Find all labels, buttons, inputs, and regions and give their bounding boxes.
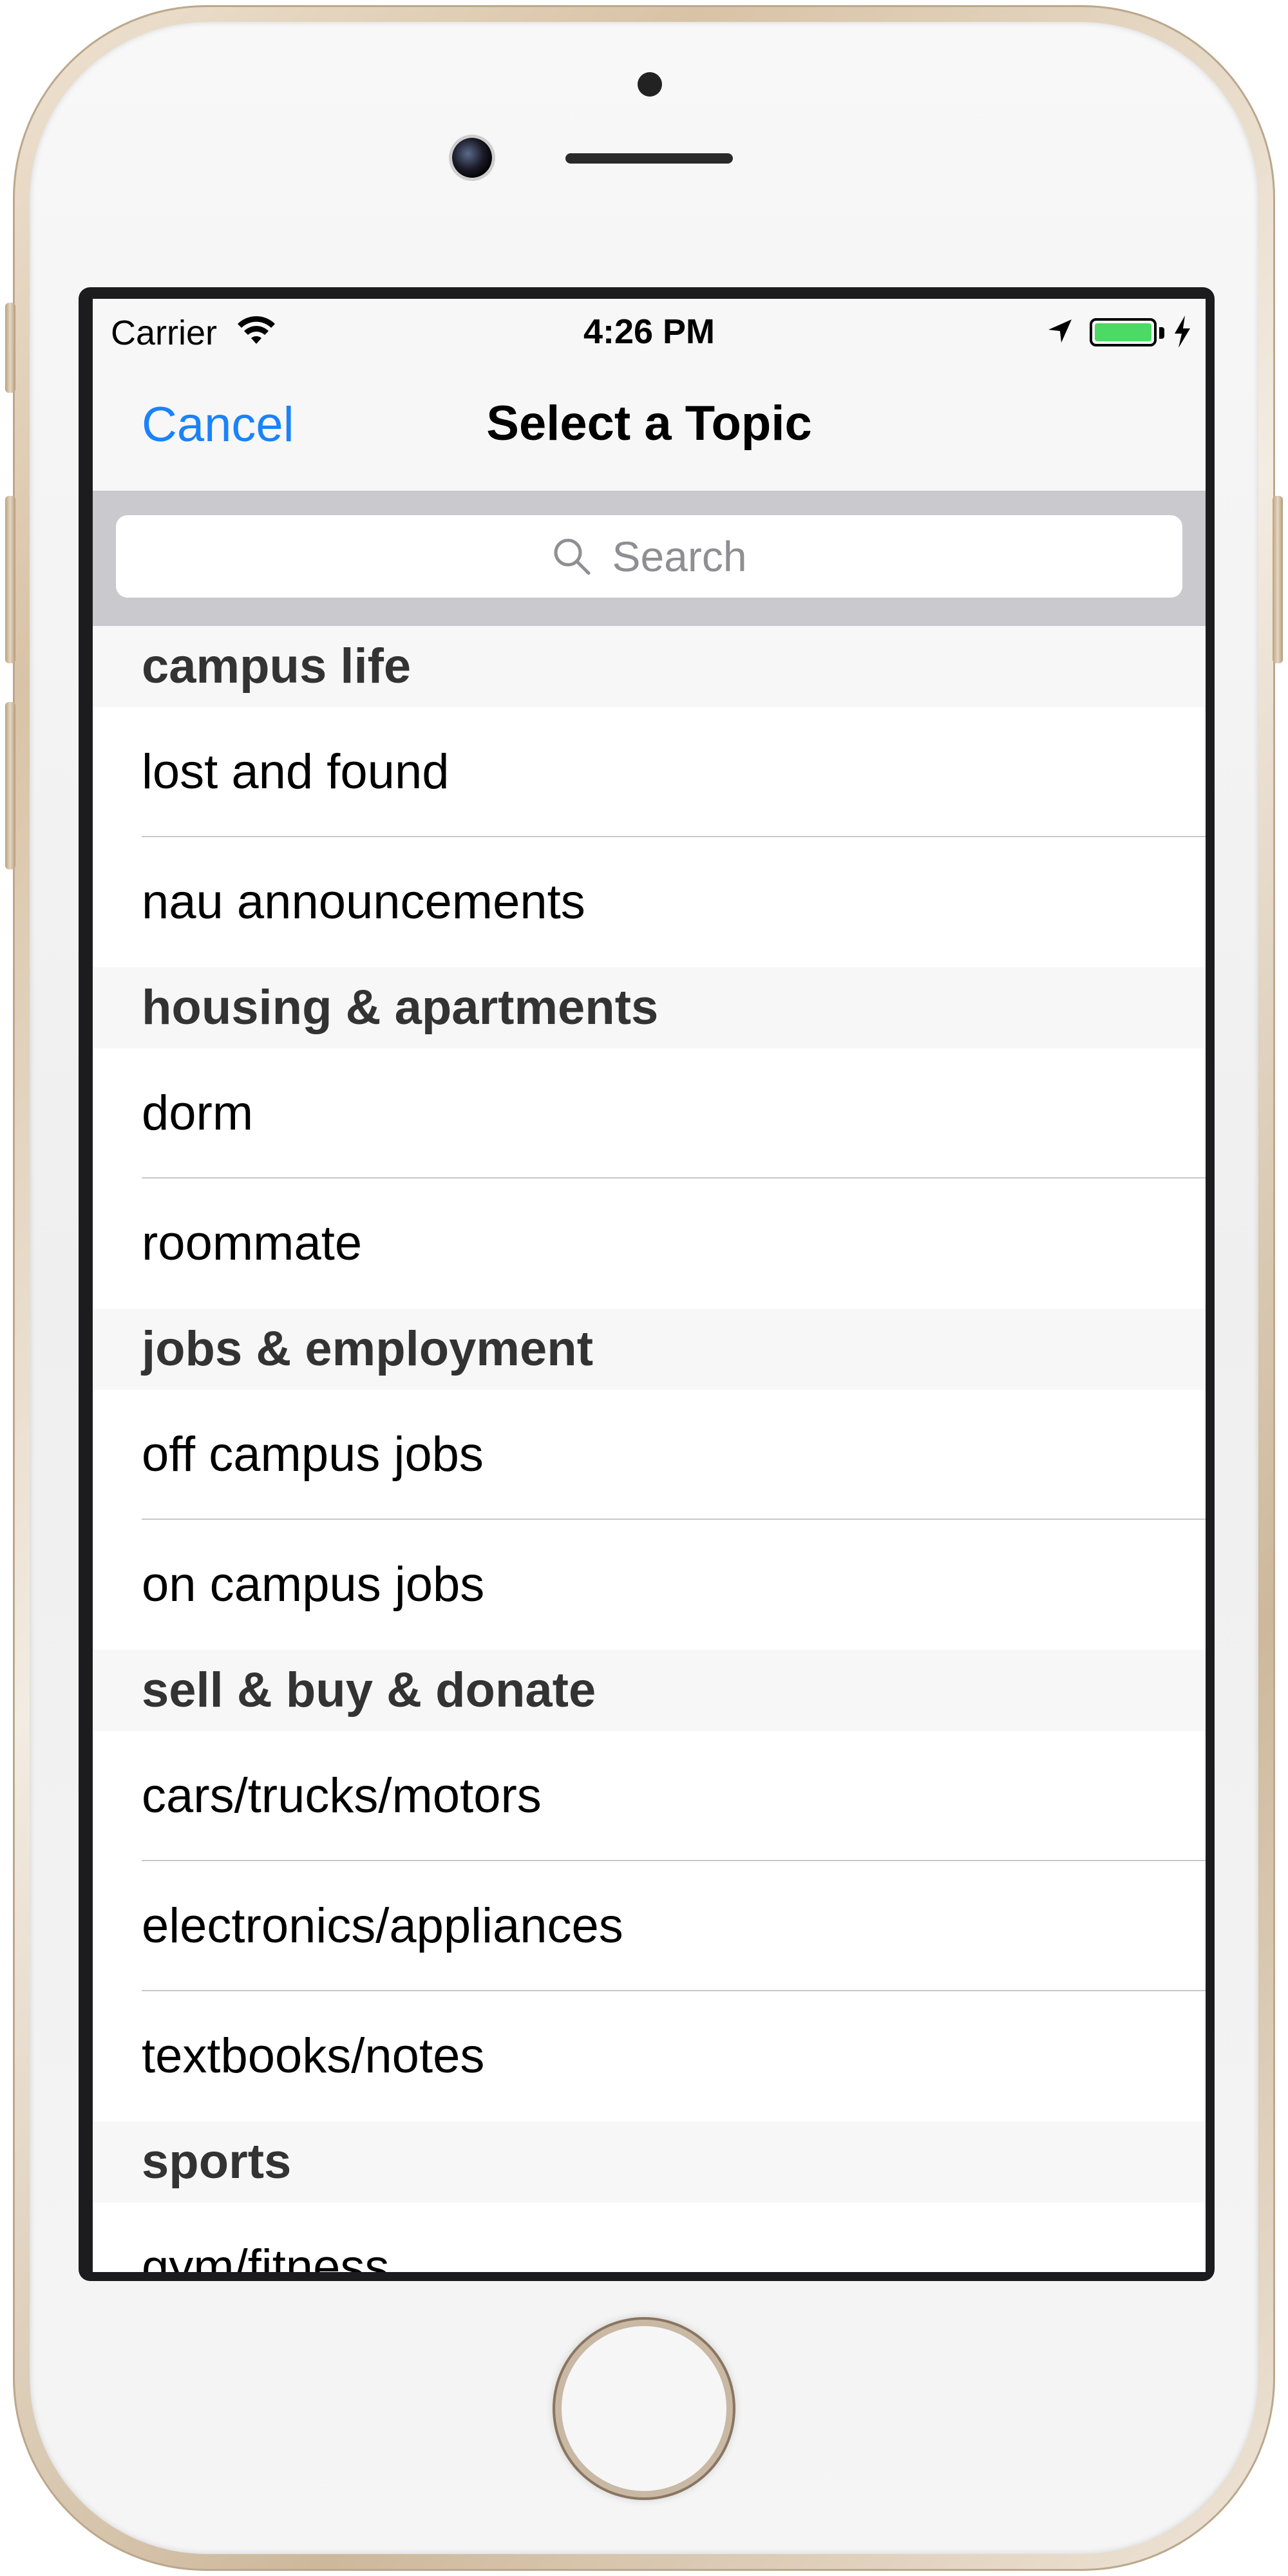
clock: 4:26 PM — [583, 312, 715, 351]
front-camera — [452, 138, 492, 178]
list-item[interactable]: textbooks/notes — [93, 1991, 1206, 2121]
section-header-jobs: jobs & employment — [93, 1309, 1206, 1390]
list-item[interactable]: lost and found — [93, 707, 1206, 837]
list-item[interactable]: electronics/appliances — [93, 1861, 1206, 1991]
charging-bolt-icon — [1175, 316, 1190, 348]
topic-list: campus life lost and found nau announcem… — [93, 626, 1206, 2272]
list-item[interactable]: dorm — [93, 1048, 1206, 1179]
list-item[interactable]: on campus jobs — [93, 1520, 1206, 1650]
search-icon — [554, 538, 591, 575]
home-button[interactable] — [562, 2326, 726, 2491]
search-bar: Search — [93, 492, 1206, 626]
volume-down-button — [5, 702, 15, 869]
section-header-sports: sports — [93, 2121, 1206, 2202]
battery-icon — [1090, 318, 1157, 346]
navigation-bar: Cancel Select a Topic — [93, 363, 1206, 492]
list-item[interactable]: cars/trucks/motors — [93, 1731, 1206, 1861]
screen: Carrier 4:26 PM Cancel Select a Topic Se… — [93, 299, 1206, 2272]
search-placeholder: Search — [612, 533, 747, 580]
list-item[interactable]: roommate — [93, 1179, 1206, 1309]
power-button — [1273, 496, 1283, 663]
battery-level — [1095, 323, 1151, 341]
section-header-sell-buy-donate: sell & buy & donate — [93, 1650, 1206, 1731]
search-input[interactable]: Search — [116, 515, 1182, 598]
location-arrow-icon — [1048, 319, 1072, 343]
status-bar: Carrier 4:26 PM — [93, 299, 1206, 363]
earpiece-speaker — [565, 153, 733, 164]
proximity-sensor — [638, 72, 662, 97]
list-item[interactable]: nau announcements — [93, 837, 1206, 967]
volume-up-button — [5, 496, 15, 663]
page-title: Select a Topic — [486, 396, 812, 451]
mute-switch — [5, 303, 15, 393]
list-item[interactable]: off campus jobs — [93, 1390, 1206, 1520]
section-header-housing: housing & apartments — [93, 967, 1206, 1048]
section-header-campus-life: campus life — [93, 626, 1206, 707]
battery-tip — [1159, 327, 1164, 339]
list-item[interactable]: gym/fitness — [93, 2202, 1206, 2272]
